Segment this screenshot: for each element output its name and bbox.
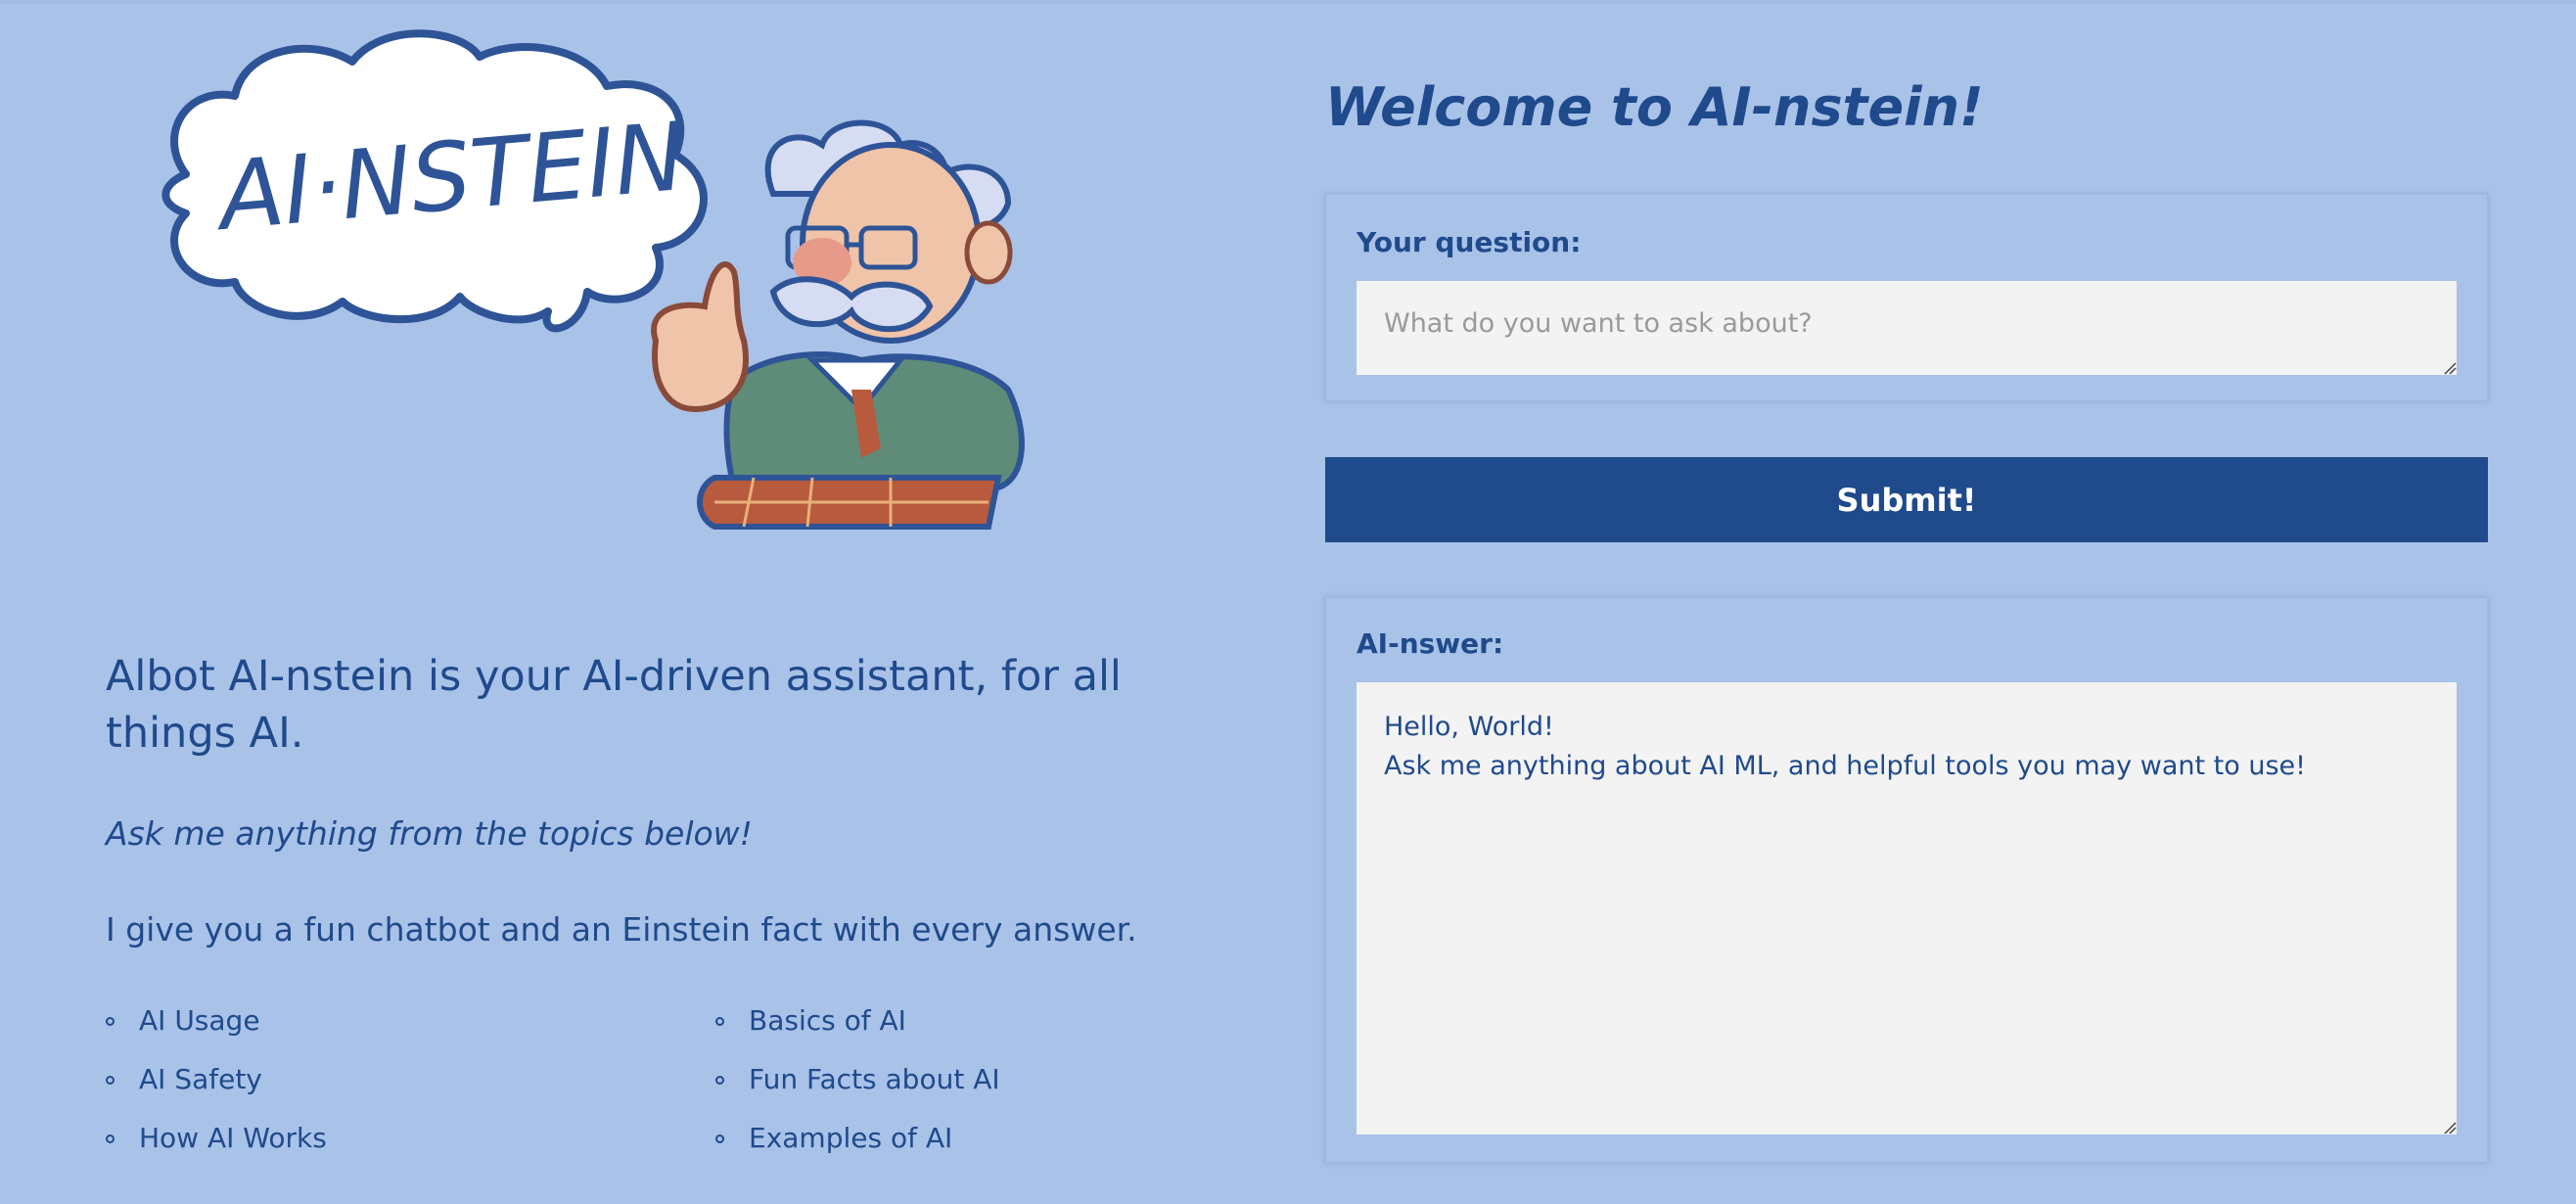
list-item: AI Safety	[106, 1065, 715, 1094]
topics-list: AI Usage Basics of AI AI Safety Fun Fact…	[106, 1006, 1261, 1153]
pointing-hand-icon	[651, 261, 749, 413]
answer-output[interactable]: Hello, World! Ask me anything about AI M…	[1357, 682, 2457, 1135]
ainstein-logo: AI·NSTEIN	[161, 29, 1025, 530]
topics-subtitle: Ask me anything from the topics below!	[106, 814, 753, 853]
bullet-icon	[106, 1134, 115, 1143]
top-border	[0, 0, 2576, 4]
question-label: Your question:	[1357, 226, 1582, 258]
list-item: Basics of AI	[715, 1006, 1261, 1036]
topic-label: AI Usage	[139, 1004, 260, 1037]
answer-card: AI-nswer: Hello, World! Ask me anything …	[1325, 597, 2488, 1163]
bullet-icon	[715, 1075, 724, 1085]
topic-label: How AI Works	[139, 1122, 327, 1154]
list-item: Examples of AI	[715, 1124, 1261, 1153]
topic-label: AI Safety	[139, 1063, 262, 1095]
einstein-fact-line: I give you a fun chatbot and an Einstein…	[106, 910, 1137, 949]
list-item: AI Usage	[106, 1006, 715, 1036]
list-item: Fun Facts about AI	[715, 1065, 1261, 1094]
bullet-icon	[106, 1016, 115, 1026]
page: AI·NSTEIN Albot AI-nstein is your AI-dri…	[0, 0, 2576, 1204]
answer-label: AI-nswer:	[1357, 627, 1504, 660]
tagline: Albot AI-nstein is your AI-driven assist…	[106, 652, 1122, 758]
topic-label: Examples of AI	[749, 1122, 953, 1154]
list-item: How AI Works	[106, 1124, 715, 1153]
bullet-icon	[106, 1075, 115, 1085]
resize-handle-icon[interactable]	[2443, 1121, 2457, 1135]
bullet-icon	[715, 1016, 724, 1026]
submit-button[interactable]: Submit!	[1325, 457, 2488, 542]
topic-label: Basics of AI	[749, 1004, 906, 1037]
bullet-icon	[715, 1134, 724, 1143]
page-title: Welcome to AI-nstein!	[1325, 76, 1984, 138]
question-card: Your question:	[1325, 194, 2488, 401]
topic-label: Fun Facts about AI	[749, 1063, 1000, 1095]
resize-handle-icon[interactable]	[2443, 361, 2457, 375]
question-input[interactable]	[1357, 281, 2457, 375]
